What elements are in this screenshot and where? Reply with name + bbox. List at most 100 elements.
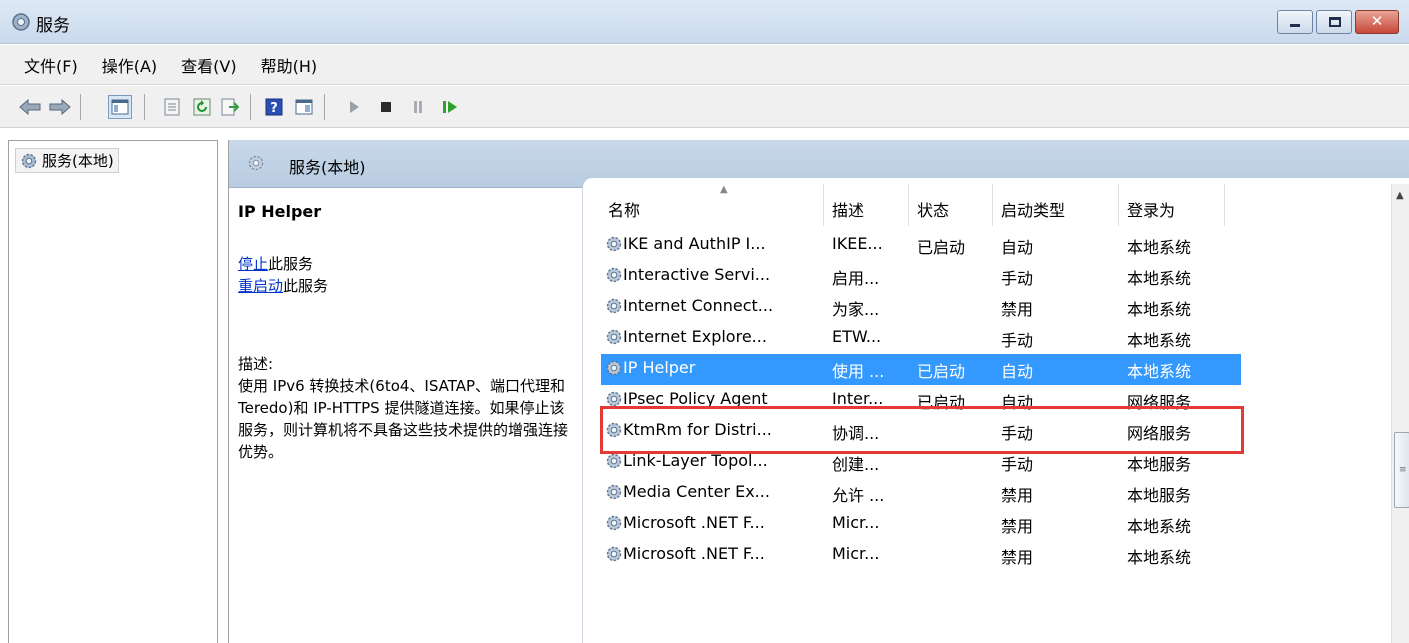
- menu-bar: 文件(F) 操作(A) 查看(V) 帮助(H): [0, 45, 1409, 85]
- service-gear-icon: [606, 484, 622, 500]
- cell-description: Micr...: [832, 513, 880, 532]
- toolbar-separator: [144, 94, 145, 120]
- service-details-panel: IP Helper 停止此服务 重启动此服务 描述: 使用 IPv6 转换技术(…: [229, 188, 582, 643]
- sort-ascending-icon: ▲: [720, 184, 728, 195]
- back-arrow-icon[interactable]: [18, 95, 42, 119]
- forward-arrow-icon[interactable]: [48, 95, 72, 119]
- cell-logon-as: 本地服务: [1127, 455, 1192, 474]
- toolbar-separator: [80, 94, 81, 120]
- cell-description: 允许 ...: [832, 486, 885, 505]
- cell-logon-as: 本地系统: [1127, 517, 1192, 536]
- service-gear-icon: [606, 329, 622, 345]
- pause-service-icon[interactable]: [406, 95, 430, 119]
- show-hide-tree-icon[interactable]: [108, 95, 132, 119]
- table-row[interactable]: Media Center Ex... 允许 ... 禁用 本地服务: [601, 478, 1241, 509]
- table-row-selected[interactable]: IP Helper 使用 ... 已启动 自动 本地系统: [601, 354, 1241, 385]
- cell-name: Internet Connect...: [623, 296, 774, 315]
- services-gear-icon: [12, 13, 30, 31]
- pane-title: 服务(本地): [289, 158, 366, 177]
- restart-service-action: 重启动此服务: [238, 275, 582, 297]
- column-header-label: 描述: [832, 201, 865, 220]
- cell-logon-as: 本地系统: [1127, 362, 1192, 381]
- column-header-logon-as[interactable]: 登录为: [1119, 184, 1225, 226]
- table-row[interactable]: Internet Explore... ETW... 手动 本地系统: [601, 323, 1241, 354]
- stop-service-icon[interactable]: [374, 95, 398, 119]
- tree-item-label: 服务(本地): [42, 152, 114, 170]
- column-header-name[interactable]: ▲ 名称: [600, 184, 824, 226]
- menu-help[interactable]: 帮助(H): [261, 53, 318, 77]
- tree-item-services-local[interactable]: 服务(本地): [15, 148, 119, 173]
- column-header-label: 状态: [917, 201, 950, 220]
- refresh-icon[interactable]: [190, 95, 214, 119]
- export-list-icon[interactable]: [218, 95, 242, 119]
- cell-description: ETW...: [832, 327, 882, 346]
- toolbar: ?: [0, 86, 1409, 128]
- cell-logon-as: 本地系统: [1127, 300, 1192, 319]
- cell-startup-type: 禁用: [1001, 486, 1034, 505]
- cell-startup-type: 手动: [1001, 455, 1034, 474]
- services-list: ▲ 名称 描述 状态 启动类型 登录为 IKE and AuthIP I... I…: [582, 178, 1409, 643]
- stop-service-action: 停止此服务: [238, 253, 582, 275]
- column-header-label: 名称: [608, 201, 641, 220]
- help-icon[interactable]: ?: [262, 95, 286, 119]
- cell-description: 启用...: [832, 269, 880, 288]
- start-service-icon[interactable]: [342, 95, 366, 119]
- window-controls: ✕: [1277, 10, 1399, 34]
- service-gear-icon: [606, 360, 622, 376]
- services-pane: 服务(本地) IP Helper 停止此服务 重启动此服务 描述: 使用 IPv…: [228, 140, 1409, 643]
- table-row[interactable]: Microsoft .NET F... Micr... 禁用 本地系统: [601, 540, 1241, 571]
- maximize-button[interactable]: [1316, 10, 1352, 34]
- cell-logon-as: 本地系统: [1127, 548, 1192, 567]
- stop-service-suffix: 此服务: [268, 255, 314, 273]
- restart-service-suffix: 此服务: [283, 277, 329, 295]
- table-row[interactable]: Interactive Servi... 启用... 手动 本地系统: [601, 261, 1241, 292]
- column-header-status[interactable]: 状态: [909, 184, 993, 226]
- view-icon[interactable]: [292, 95, 316, 119]
- service-gear-icon: [606, 236, 622, 252]
- scroll-grip-icon: ≡: [1399, 465, 1407, 475]
- cell-description: 使用 ...: [832, 362, 885, 381]
- cell-status: 已启动: [917, 362, 966, 381]
- table-row[interactable]: Internet Connect... 为家... 禁用 本地系统: [601, 292, 1241, 323]
- scrollbar-thumb[interactable]: ≡: [1394, 432, 1409, 508]
- cell-logon-as: 本地服务: [1127, 486, 1192, 505]
- cell-startup-type: 自动: [1001, 238, 1034, 257]
- cell-name: Microsoft .NET F...: [623, 544, 765, 563]
- column-header-label: 登录为: [1127, 201, 1176, 220]
- cell-startup-type: 禁用: [1001, 300, 1034, 319]
- cell-status: 已启动: [917, 238, 966, 257]
- cell-startup-type: 手动: [1001, 331, 1034, 350]
- cell-description: IKEE...: [832, 234, 883, 253]
- properties-icon[interactable]: [160, 95, 184, 119]
- menu-file[interactable]: 文件(F): [24, 53, 78, 77]
- toolbar-separator: [324, 94, 325, 120]
- scroll-up-arrow-icon[interactable]: ▲: [1396, 190, 1404, 201]
- close-button[interactable]: ✕: [1355, 10, 1399, 34]
- stop-service-link[interactable]: 停止: [238, 255, 268, 273]
- restart-service-icon[interactable]: [438, 95, 462, 119]
- services-gear-icon: [21, 153, 37, 168]
- close-icon: ✕: [1370, 12, 1384, 30]
- menu-action[interactable]: 操作(A): [102, 53, 157, 77]
- service-description: 使用 IPv6 转换技术(6to4、ISATAP、端口代理和 Teredo)和 …: [238, 377, 569, 461]
- minimize-button[interactable]: [1277, 10, 1313, 34]
- column-header-description[interactable]: 描述: [824, 184, 909, 226]
- table-row[interactable]: IKE and AuthIP I... IKEE... 已启动 自动 本地系统: [601, 230, 1241, 261]
- table-row[interactable]: Microsoft .NET F... Micr... 禁用 本地系统: [601, 509, 1241, 540]
- column-header-startup-type[interactable]: 启动类型: [993, 184, 1119, 226]
- cell-startup-type: 禁用: [1001, 548, 1034, 567]
- cell-description: 为家...: [832, 300, 880, 319]
- cell-name: Media Center Ex...: [623, 482, 770, 501]
- description-label: 描述:: [238, 355, 274, 373]
- restart-service-link[interactable]: 重启动: [238, 277, 283, 295]
- service-gear-icon: [606, 267, 622, 283]
- services-gear-icon: [248, 155, 264, 171]
- service-gear-icon: [606, 546, 622, 562]
- minimize-icon: [1290, 24, 1300, 27]
- cell-name: Interactive Servi...: [623, 265, 771, 284]
- menu-view[interactable]: 查看(V): [181, 53, 236, 77]
- vertical-scrollbar[interactable]: ▲ ≡: [1391, 184, 1409, 643]
- service-gear-icon: [606, 515, 622, 531]
- window-title: 服务: [36, 16, 70, 36]
- toolbar-separator: [250, 94, 251, 120]
